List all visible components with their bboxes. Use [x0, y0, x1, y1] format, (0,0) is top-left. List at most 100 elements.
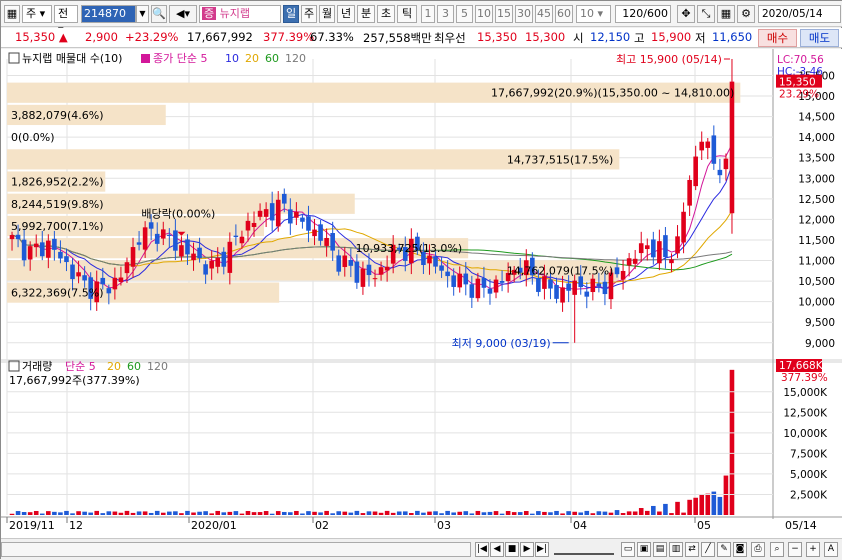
font-size-icon[interactable]: A: [824, 542, 838, 557]
period-week[interactable]: 주: [301, 5, 317, 23]
volume-bar: [330, 513, 335, 515]
period-year[interactable]: 년: [337, 5, 355, 23]
period-minute[interactable]: 분: [357, 5, 375, 23]
price-tick-label: 12,000: [798, 214, 835, 226]
interval-60[interactable]: 60: [555, 5, 573, 23]
volume-bar: [21, 512, 27, 515]
prev-select[interactable]: 전 ▾: [54, 5, 78, 36]
font-smaller-icon[interactable]: −: [788, 542, 802, 557]
candle-body: [566, 283, 571, 291]
interval-1[interactable]: 1: [421, 5, 435, 23]
up-arrow-icon: ▲: [58, 30, 68, 44]
volume-tick-label: 2,500K: [790, 489, 828, 501]
interval-30[interactable]: 30: [515, 5, 533, 23]
sell-button[interactable]: 매도: [800, 29, 839, 47]
interval-45[interactable]: 45: [535, 5, 553, 23]
compare-icon[interactable]: ⇄: [685, 542, 699, 557]
interval-10[interactable]: 10: [475, 5, 493, 23]
volume-bar: [46, 511, 51, 515]
candle-body: [427, 255, 432, 264]
window-icon[interactable]: ▤: [653, 542, 667, 557]
candle-body: [560, 287, 565, 303]
current-price: 15,350 ▲: [15, 30, 68, 44]
draw-tool-icon[interactable]: ⤡: [697, 5, 715, 23]
font-larger-icon[interactable]: +: [806, 542, 820, 557]
period-tick[interactable]: 틱: [397, 5, 417, 23]
interval-input[interactable]: 10 ▾: [576, 5, 611, 23]
dividend-label: 배당락(0.00%): [141, 207, 215, 220]
stock-code-input[interactable]: 214870: [81, 5, 136, 23]
price-tick-label: 11,000: [798, 256, 835, 268]
volume-bar: [39, 513, 45, 515]
date-field[interactable]: 2020/05/14: [758, 5, 841, 23]
time-tick-label: 03: [437, 519, 451, 532]
layout-icon[interactable]: ▥: [669, 542, 683, 557]
interval-3[interactable]: 3: [437, 5, 454, 23]
candle-body: [27, 246, 33, 260]
interval-5[interactable]: 5: [456, 5, 473, 23]
period-month[interactable]: 월: [319, 5, 335, 23]
zoom-out-icon[interactable]: ▭: [621, 542, 635, 557]
candle-body: [130, 247, 136, 267]
price-tick-label: 11,500: [798, 235, 835, 247]
chart-menu-icon[interactable]: ▦: [4, 5, 20, 23]
candle-body: [203, 264, 208, 275]
candle-body: [209, 260, 214, 269]
volume-bar: [94, 510, 100, 515]
line-tool-icon[interactable]: ╱: [701, 542, 715, 557]
crosshair-icon[interactable]: ✥: [677, 5, 695, 23]
candle-body: [160, 229, 166, 239]
candle-body: [312, 229, 317, 237]
volume-bar: [215, 510, 221, 515]
stock-name-field[interactable]: 증 뉴지랩: [199, 5, 281, 23]
period-day[interactable]: 일: [283, 5, 299, 23]
speaker-icon[interactable]: ◀▾: [169, 5, 197, 23]
volume-bar: [499, 513, 505, 515]
candle-body: [360, 268, 366, 287]
scroll-last-icon[interactable]: ▶|: [535, 542, 549, 557]
ma-legend-label: 종가 단순 5: [153, 52, 207, 65]
gear-icon[interactable]: ⚙: [737, 5, 755, 23]
search-icon[interactable]: 🔍: [151, 5, 167, 23]
zoom-search-icon[interactable]: ⌕: [770, 542, 784, 557]
volume-bar: [548, 512, 553, 515]
candle-body: [657, 241, 662, 264]
camera-icon[interactable]: ◙: [733, 542, 747, 557]
candle-body: [124, 262, 130, 274]
stop-icon[interactable]: ■: [505, 542, 519, 557]
fit-icon[interactable]: ▣: [637, 542, 651, 557]
status-bar: |◀ ◀ ■ ▶ ▶| ▭ ▣ ▤ ▥ ⇄ ╱ ✎ ◙ ⎙ ⌕ − + A: [1, 538, 842, 560]
candle-body: [475, 278, 481, 299]
candle-body: [457, 273, 463, 288]
candle-body: [372, 278, 378, 280]
volume-tick-label: 5,000K: [790, 469, 828, 481]
zoom-slider[interactable]: [554, 543, 614, 555]
stock-chart[interactable]: 15,50015,00014,50014,00013,50013,00012,5…: [1, 49, 842, 538]
interval-15[interactable]: 15: [495, 5, 513, 23]
scroll-first-icon[interactable]: |◀: [475, 542, 489, 557]
candle-body: [191, 253, 196, 261]
trade-amount: 257,558백만: [363, 31, 432, 45]
buy-button[interactable]: 매수: [758, 29, 797, 47]
pen-icon[interactable]: ✎: [717, 542, 731, 557]
volume-bar: [124, 510, 130, 515]
grid-icon[interactable]: ▦: [717, 5, 735, 23]
open-price: 12,150: [590, 30, 631, 44]
period-second[interactable]: 초: [377, 5, 395, 23]
horizontal-scrollbar[interactable]: [1, 542, 471, 557]
bar-count-field[interactable]: 120/600: [615, 5, 671, 23]
volume-bar: [281, 511, 287, 515]
volume-bar: [269, 513, 275, 515]
volume-profile-label: 8,244,519(9.8%): [11, 198, 104, 211]
scroll-prev-icon[interactable]: ◀: [490, 542, 504, 557]
candle-body: [100, 277, 106, 285]
volume-bar: [396, 511, 402, 515]
scroll-next-icon[interactable]: ▶: [520, 542, 534, 557]
code-dropdown-icon[interactable]: ▼: [136, 5, 149, 23]
volume-profile-label: 1,826,952(2.2%): [11, 176, 104, 189]
time-tick-label: 2019/11: [9, 519, 55, 532]
volume-profile-label: 17,667,992(20.9%)(15,350.00 ~ 14,810.00): [491, 87, 734, 100]
print-icon[interactable]: ⎙: [751, 542, 765, 557]
market-select[interactable]: 주 ▾: [22, 5, 52, 23]
volume-bar: [578, 512, 584, 515]
